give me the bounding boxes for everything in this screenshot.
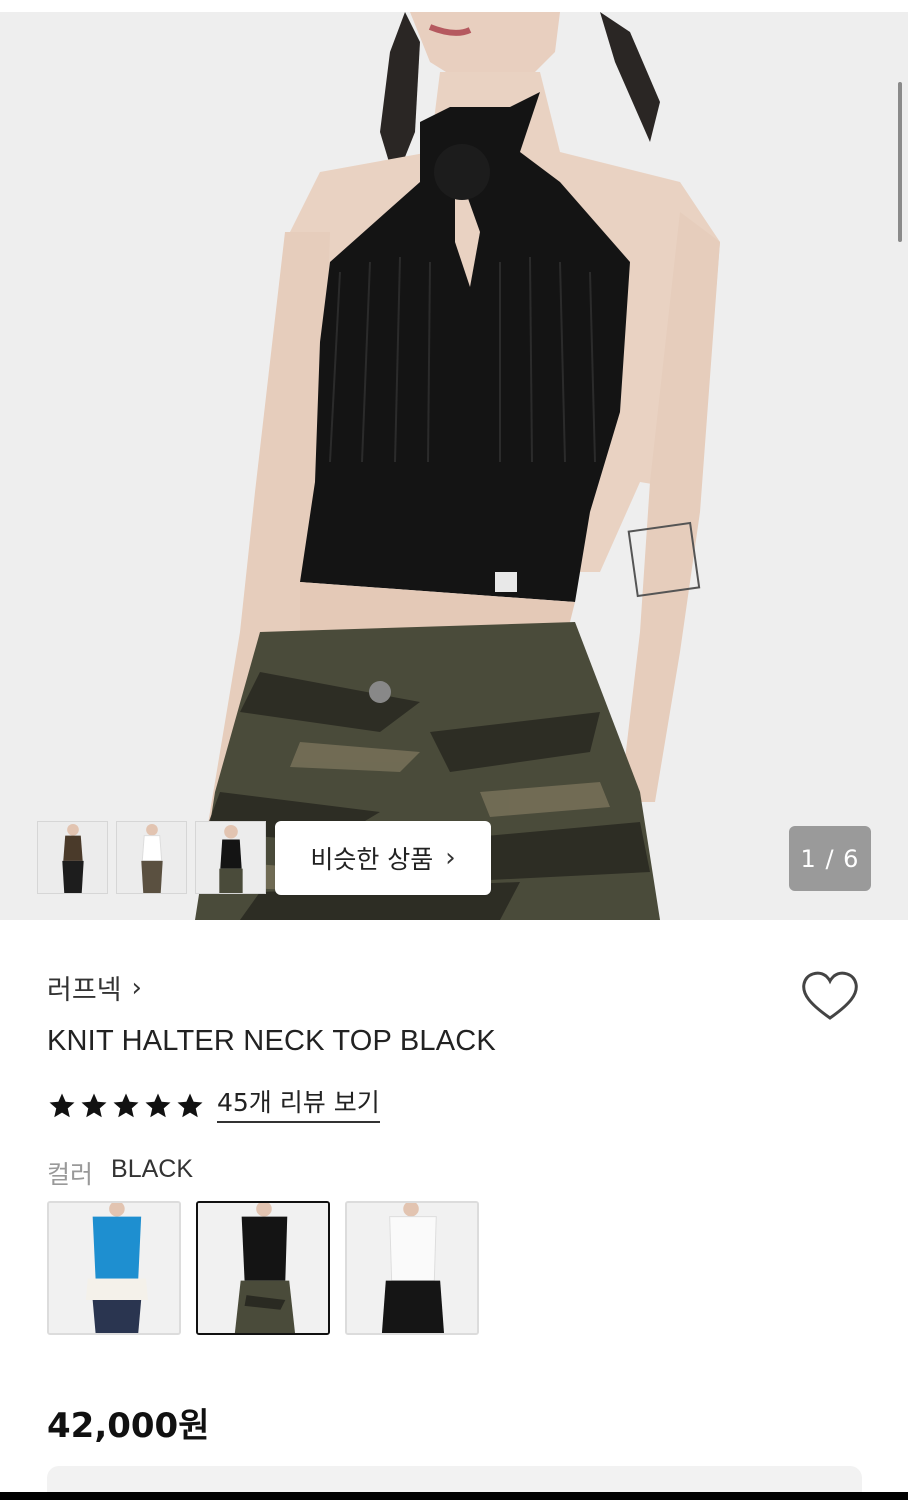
color-row: 컬러 BLACK — [47, 1155, 193, 1191]
star-icon — [177, 1093, 203, 1117]
color-swatches — [47, 1201, 479, 1335]
star-icon — [113, 1093, 139, 1117]
gallery-thumbnail[interactable] — [116, 821, 187, 894]
heart-outline-icon — [802, 971, 858, 1020]
product-photo — [0, 12, 908, 920]
chevron-right-icon: › — [445, 843, 456, 873]
product-title: KNIT HALTER NECK TOP BLACK — [47, 1025, 496, 1057]
gallery-thumbnails — [37, 821, 266, 894]
scrollbar[interactable] — [898, 82, 902, 242]
color-label: 컬러 — [47, 1160, 94, 1189]
rating-row: 45개 리뷰 보기 — [47, 1088, 380, 1123]
color-swatch-black[interactable] — [196, 1201, 330, 1335]
chevron-right-icon: › — [131, 972, 142, 1003]
similar-products-button[interactable]: 비슷한 상품 › — [275, 821, 491, 895]
color-swatch-blue[interactable] — [47, 1201, 181, 1335]
product-image-gallery[interactable]: 비슷한 상품 › 1 / 6 — [0, 12, 908, 920]
color-value: BLACK — [111, 1155, 193, 1183]
star-icon — [81, 1093, 107, 1117]
color-swatch-white[interactable] — [345, 1201, 479, 1335]
star-icon — [49, 1093, 75, 1117]
reviews-link[interactable]: 45개 리뷰 보기 — [217, 1088, 380, 1123]
image-counter: 1 / 6 — [789, 826, 871, 891]
gallery-thumbnail[interactable] — [37, 821, 108, 894]
brand-name: 러프넥 — [47, 975, 122, 1006]
gallery-thumbnail[interactable] — [195, 821, 266, 894]
rating-stars — [47, 1091, 205, 1121]
bottom-bar — [0, 1492, 908, 1500]
wishlist-button[interactable] — [800, 968, 860, 1024]
star-icon — [145, 1093, 171, 1117]
brand-link[interactable]: 러프넥 › — [47, 968, 142, 1007]
price: 42,000원 — [47, 1406, 210, 1446]
similar-products-label: 비슷한 상품 — [310, 845, 434, 874]
